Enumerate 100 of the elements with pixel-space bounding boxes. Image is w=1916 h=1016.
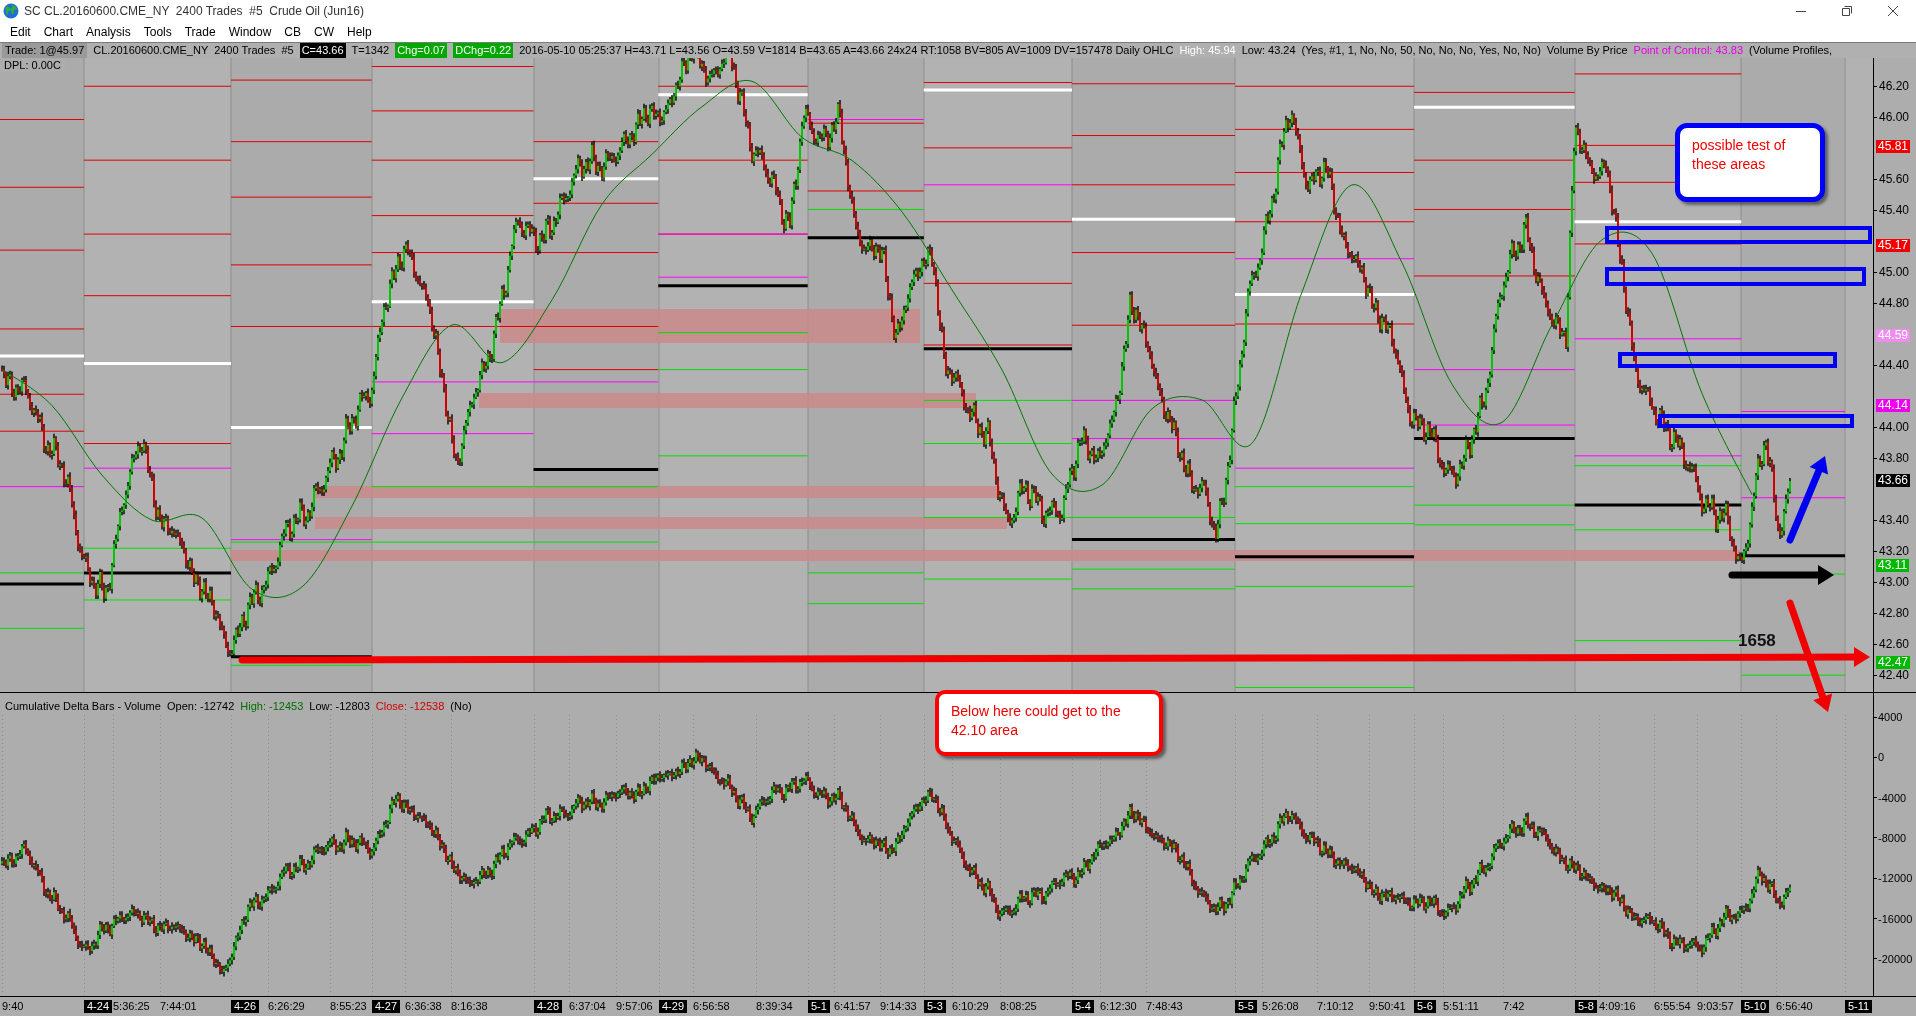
time-label: 9:14:33 — [880, 1000, 917, 1013]
axis-tick-label: 42.80 — [1878, 607, 1910, 619]
axis-tick-label: 42.60 — [1878, 638, 1910, 650]
date-label: 4-26 — [231, 1000, 260, 1013]
axis-tick-label: 45.40 — [1878, 204, 1910, 216]
date-label: 5-6 — [1414, 1000, 1436, 1013]
time-label: 8:08:25 — [1000, 1000, 1037, 1013]
price-marker: 43.66 — [1876, 473, 1911, 487]
info-label: C=43.66 — [299, 43, 346, 58]
info-text: Point of Control: 43.83 — [1633, 43, 1743, 58]
axis-tick-label: 44.40 — [1878, 359, 1910, 371]
time-label: 8:55:23 — [330, 1000, 367, 1013]
info-text: (Yes, #1, 1, No, No, 50, No, No, No, Yes, No, No) — [1301, 43, 1541, 58]
date-label: 5-1 — [808, 1000, 830, 1013]
date-label: 5-8 — [1575, 1000, 1597, 1013]
axis-tick-label: 4000 — [1877, 710, 1903, 724]
info-text: (Volume Profiles, — [1749, 43, 1833, 58]
axis-tick-label: -4000 — [1877, 790, 1907, 805]
info-label: Chg=0.07 — [395, 43, 448, 58]
axis-tick-label: 45.60 — [1878, 173, 1910, 185]
date-label: 4-29 — [659, 1000, 688, 1013]
time-label: 7:10:12 — [1317, 1000, 1354, 1013]
price-marker: 45.81 — [1876, 139, 1911, 153]
menu-item[interactable]: Edit — [4, 22, 37, 42]
time-label: 6:41:57 — [834, 1000, 871, 1013]
price-marker: 43.11 — [1876, 558, 1910, 572]
date-label: 4-27 — [372, 1000, 401, 1013]
time-label: 5:26:08 — [1262, 1000, 1299, 1013]
menu-item[interactable]: CW — [308, 22, 340, 42]
study-info-text: Cumulative Delta Bars - Volume Open: -12742 — [5, 699, 235, 713]
time-label: 7:42 — [1503, 1000, 1525, 1013]
menu-item[interactable]: Chart — [37, 22, 80, 42]
globe-icon — [3, 3, 19, 19]
time-label: 5:51:11 — [1443, 1000, 1479, 1013]
time-label: 9:40 — [2, 1000, 24, 1013]
info-label: DChg=0.22 — [453, 43, 514, 58]
window-title: SC CL.20160600.CME_NY 2400 Trades #5 Crude Oil (Jun16) — [24, 3, 364, 20]
axis-tick-label: 43.80 — [1878, 452, 1910, 464]
axis-tick-label: 43.20 — [1878, 545, 1910, 557]
price-marker: 44.14 — [1876, 398, 1911, 412]
time-label: 6:56:58 — [693, 1000, 730, 1013]
menu-item[interactable]: Trade — [178, 22, 222, 42]
axis-tick-label: -20000 — [1877, 951, 1913, 966]
axis-tick-label: 0 — [1877, 750, 1885, 765]
menu-item[interactable]: Help — [341, 22, 378, 42]
date-label: 5-3 — [924, 1000, 946, 1013]
time-label: 6:12:30 — [1100, 1000, 1137, 1013]
info-text: CL.20160600.CME_NY 2400 Trades #5 — [93, 43, 294, 58]
info-text: High: 45.94 — [1179, 43, 1236, 58]
info-label: Trade: 1@45.97 — [2, 43, 88, 58]
time-label: 6:10:29 — [952, 1000, 989, 1013]
close-icon — [1888, 6, 1898, 16]
info-text: T=1342 — [351, 43, 390, 58]
time-label: 8:39:34 — [756, 1000, 793, 1013]
time-label: 9:57:06 — [616, 1000, 653, 1013]
axis-tick-label: 42.40 — [1878, 669, 1910, 681]
axis-tick-label: 46.00 — [1878, 111, 1910, 123]
date-label: 4-28 — [534, 1000, 563, 1013]
time-label: 7:48:43 — [1146, 1000, 1183, 1013]
time-label: 5:36:25 — [113, 1000, 150, 1013]
axis-tick-label: 43.40 — [1878, 514, 1910, 526]
axis-tick-label: 45.00 — [1878, 266, 1910, 278]
date-label: 4-24 — [84, 1000, 113, 1013]
study-info-text: Low: -12803 — [309, 699, 370, 713]
time-label: 6:36:38 — [405, 1000, 442, 1013]
restore-icon — [1842, 6, 1852, 16]
time-label: 9:50:41 — [1369, 1000, 1406, 1013]
minimize-icon — [1796, 10, 1806, 12]
menu-item[interactable]: Window — [222, 22, 278, 42]
time-label: 4:09:16 — [1599, 1000, 1636, 1013]
price-marker: 45.17 — [1876, 238, 1911, 252]
axis-tick-label: 46.20 — [1878, 80, 1910, 92]
time-label: 6:55:54 — [1654, 1000, 1691, 1013]
axis-tick-label: -8000 — [1877, 830, 1907, 845]
time-label: 6:56:40 — [1776, 1000, 1813, 1013]
study-info-text: Close: -12538 — [375, 699, 445, 713]
axis-tick-label: -16000 — [1877, 911, 1913, 926]
menu-item[interactable]: CB — [278, 22, 307, 42]
time-label: 6:26:29 — [268, 1000, 305, 1013]
axis-tick-label: -12000 — [1877, 871, 1913, 886]
time-label: 9:03:57 — [1697, 1000, 1734, 1013]
date-label: 5-4 — [1072, 1000, 1094, 1013]
study-info-text: (No) — [450, 699, 472, 713]
time-label: 8:16:38 — [451, 1000, 488, 1013]
price-marker: 44.59 — [1876, 328, 1911, 342]
callout-text: Below here could get to the 42.10 area — [951, 702, 1122, 740]
date-label: 5-5 — [1235, 1000, 1257, 1013]
time-label: 7:44:01 — [160, 1000, 197, 1013]
time-label: 6:37:04 — [569, 1000, 606, 1013]
menu-item[interactable]: Tools — [137, 22, 178, 42]
info-text: Volume By Price — [1546, 43, 1628, 58]
price-marker: 42.47 — [1876, 655, 1911, 669]
date-label: 5-10 — [1741, 1000, 1770, 1013]
date-label: 5-11 — [1845, 1000, 1873, 1013]
menu-item[interactable]: Analysis — [80, 22, 137, 42]
axis-tick-label: 44.80 — [1878, 297, 1910, 309]
study-info-text: High: -12453 — [240, 699, 304, 713]
axis-tick-label: 44.00 — [1878, 421, 1910, 433]
axis-tick-label: 43.00 — [1878, 576, 1910, 588]
info-text: 2016-05-10 05:25:37 H=43.71 L=43.56 O=43.59 V=1814 B=43.65 A=43.66 24x24 RT:1058 BV=805 AV=1009 DV=157478 Daily OHLC — [519, 43, 1174, 58]
